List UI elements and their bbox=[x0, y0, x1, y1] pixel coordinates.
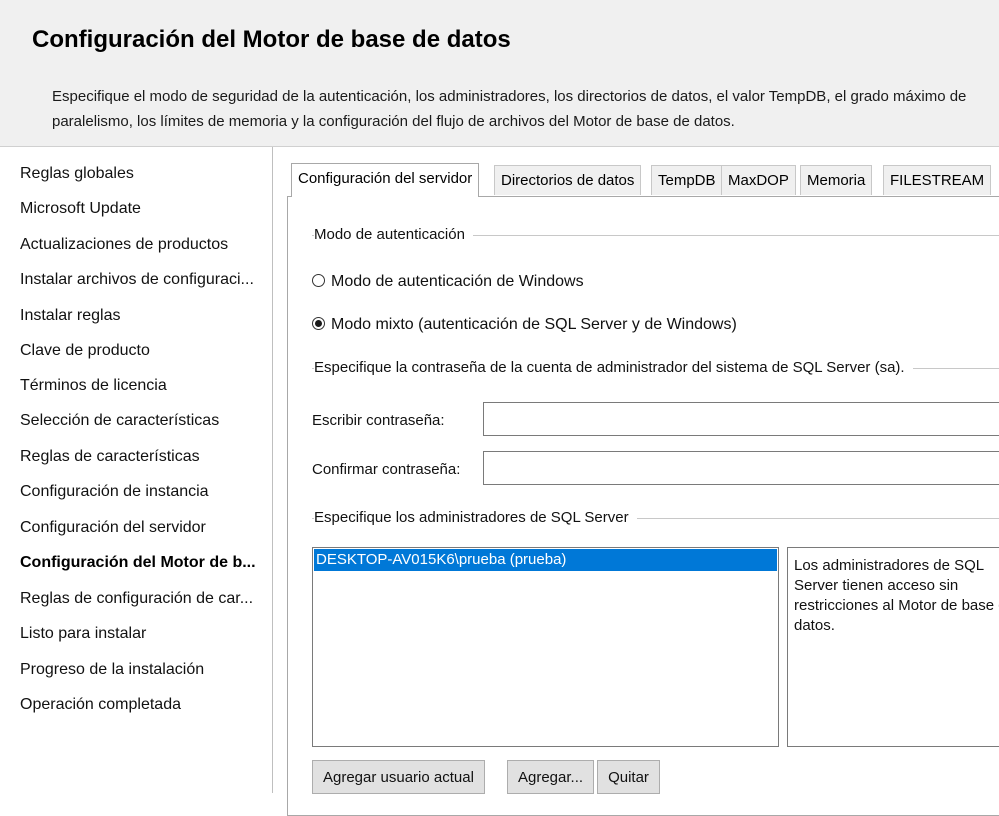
page-title: Configuración del Motor de base de datos bbox=[32, 26, 511, 53]
sidebar-item-actualizaciones[interactable]: Actualizaciones de productos bbox=[20, 236, 228, 254]
sidebar-item-microsoft-update[interactable]: Microsoft Update bbox=[20, 200, 141, 218]
windows-auth-label: Modo de autenticación de Windows bbox=[331, 273, 584, 290]
admins-info-text: Los administradores de SQL Server tienen… bbox=[787, 547, 999, 747]
sidebar-item-reglas-configuracion[interactable]: Reglas de configuración de car... bbox=[20, 590, 253, 608]
tab-filestream[interactable]: FILESTREAM bbox=[883, 165, 992, 195]
radio-checked-icon bbox=[312, 317, 325, 330]
sidebar-item-configuracion-motor[interactable]: Configuración del Motor de b... bbox=[20, 554, 256, 572]
main-panel: Configuración del servidor Directorios d… bbox=[273, 147, 999, 816]
sidebar-item-instalar-reglas[interactable]: Instalar reglas bbox=[20, 307, 121, 325]
add-button[interactable]: Agregar... bbox=[507, 760, 595, 794]
sidebar-item-terminos-licencia[interactable]: Términos de licencia bbox=[20, 377, 167, 395]
tab-tempdb[interactable]: TempDB bbox=[651, 165, 723, 195]
tab-memoria[interactable]: Memoria bbox=[800, 165, 873, 195]
tab-configuracion-servidor[interactable]: Configuración del servidor bbox=[291, 163, 480, 197]
wizard-steps-sidebar: Reglas globales Microsoft Update Actuali… bbox=[0, 147, 273, 793]
sidebar-item-operacion-completada[interactable]: Operación completada bbox=[20, 696, 181, 714]
confirm-password-field[interactable] bbox=[483, 451, 999, 485]
radio-unchecked-icon bbox=[312, 274, 325, 287]
sidebar-item-progreso[interactable]: Progreso de la instalación bbox=[20, 661, 204, 679]
sidebar-item-configuracion-instancia[interactable]: Configuración de instancia bbox=[20, 483, 209, 501]
windows-auth-radio[interactable]: Modo de autenticación de Windows bbox=[312, 273, 584, 291]
add-current-user-button[interactable]: Agregar usuario actual bbox=[312, 760, 485, 794]
page-header: Configuración del Motor de base de datos… bbox=[0, 0, 999, 147]
tab-bar: Configuración del servidor Directorios d… bbox=[287, 163, 999, 197]
enter-password-label: Escribir contraseña: bbox=[312, 412, 445, 429]
enter-password-field[interactable] bbox=[483, 402, 999, 436]
tab-panel-configuracion-servidor: Modo de autenticación Modo de autenticac… bbox=[287, 196, 999, 816]
mixed-auth-radio[interactable]: Modo mixto (autenticación de SQL Server … bbox=[312, 316, 737, 334]
sidebar-item-clave-producto[interactable]: Clave de producto bbox=[20, 342, 150, 360]
admins-group-label: Especifique los administradores de SQL S… bbox=[314, 509, 637, 526]
sidebar-item-seleccion-caracteristicas[interactable]: Selección de características bbox=[20, 412, 219, 430]
admins-list[interactable]: DESKTOP-AV015K6\prueba (prueba) bbox=[312, 547, 779, 747]
confirm-password-label: Confirmar contraseña: bbox=[312, 461, 461, 478]
mixed-auth-label: Modo mixto (autenticación de SQL Server … bbox=[331, 316, 737, 333]
sidebar-item-listo-instalar[interactable]: Listo para instalar bbox=[20, 625, 146, 643]
tab-maxdop[interactable]: MaxDOP bbox=[721, 165, 796, 195]
tab-directorios-datos[interactable]: Directorios de datos bbox=[494, 165, 642, 195]
sidebar-item-configuracion-servidor[interactable]: Configuración del servidor bbox=[20, 519, 206, 537]
list-item[interactable]: DESKTOP-AV015K6\prueba (prueba) bbox=[314, 549, 777, 571]
sidebar-item-reglas-globales[interactable]: Reglas globales bbox=[20, 165, 134, 183]
sa-password-group-label: Especifique la contraseña de la cuenta d… bbox=[314, 359, 913, 376]
sidebar-item-reglas-caracteristicas[interactable]: Reglas de características bbox=[20, 448, 200, 466]
auth-mode-group-label: Modo de autenticación bbox=[314, 226, 473, 243]
sidebar-item-instalar-archivos[interactable]: Instalar archivos de configuraci... bbox=[20, 271, 254, 289]
page-description: Especifique el modo de seguridad de la a… bbox=[52, 88, 967, 130]
remove-button[interactable]: Quitar bbox=[597, 760, 660, 794]
